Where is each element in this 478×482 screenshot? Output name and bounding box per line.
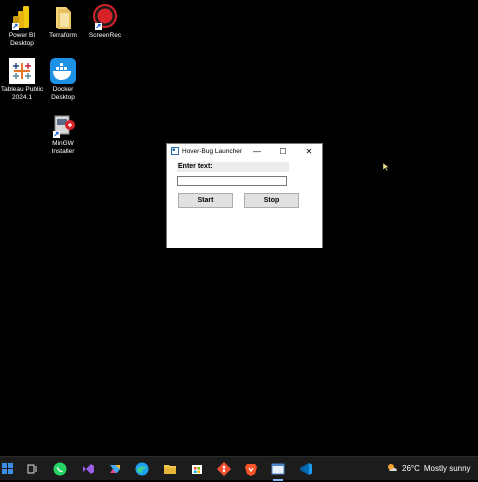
window-client-area: Enter text: Start Stop xyxy=(167,158,322,248)
app-window-icon[interactable] xyxy=(270,461,286,481)
taskbar: 26°C Mostly sunny xyxy=(0,456,478,481)
partly-sunny-icon xyxy=(386,462,398,474)
installer-icon xyxy=(50,112,76,138)
minimize-button[interactable]: — xyxy=(244,144,270,158)
desktop-icon-tableau[interactable]: Tableau Public 2024.1 xyxy=(0,58,44,101)
desktop-icon-label: Docker Desktop xyxy=(51,86,75,101)
start-icon[interactable] xyxy=(0,461,16,477)
tableau-icon xyxy=(9,58,35,84)
whatsapp-icon[interactable] xyxy=(52,461,68,477)
enter-text-label: Enter text: xyxy=(177,162,289,172)
stop-button[interactable]: Stop xyxy=(244,193,299,208)
window-title: Hover-Bug Launcher xyxy=(182,147,242,155)
task-view-icon[interactable] xyxy=(24,461,40,477)
desktop-icon-label: Power BI Desktop xyxy=(8,32,36,47)
git-icon[interactable] xyxy=(216,461,232,477)
screenrec-icon xyxy=(92,4,118,30)
desktop-icon-mingw[interactable]: MinGW Installer xyxy=(41,112,85,155)
desktop-icon-docker[interactable]: Docker Desktop xyxy=(41,58,85,101)
power-bi-icon xyxy=(9,4,35,30)
store-icon[interactable] xyxy=(189,461,205,477)
window-titlebar[interactable]: Hover-Bug Launcher — ☐ ✕ xyxy=(167,144,322,158)
folder-icon xyxy=(50,4,76,30)
start-button[interactable]: Start xyxy=(178,193,233,208)
visual-studio-icon[interactable] xyxy=(80,461,96,477)
copilot-icon[interactable] xyxy=(107,461,123,477)
desktop-icon-power-bi[interactable]: Power BI Desktop xyxy=(0,4,44,47)
desktop-icon-screenrec[interactable]: ScreenRec xyxy=(83,4,127,40)
desktop-icon-label: MinGW Installer xyxy=(51,140,75,155)
text-input[interactable] xyxy=(177,176,287,186)
hover-bug-launcher-window: Hover-Bug Launcher — ☐ ✕ Enter text: Sta… xyxy=(166,143,323,248)
desktop-icon-terraform[interactable]: Terraform xyxy=(41,4,85,40)
file-explorer-icon[interactable] xyxy=(162,461,178,477)
weather-temperature: 26°C xyxy=(402,463,420,473)
close-button[interactable]: ✕ xyxy=(296,144,322,158)
desktop-icon-label: Tableau Public 2024.1 xyxy=(0,86,44,101)
mouse-cursor-icon xyxy=(382,158,390,172)
desktop-icon-label: ScreenRec xyxy=(88,32,122,39)
desktop-icon-label: Terraform xyxy=(49,32,77,39)
app-window-icon xyxy=(171,147,179,155)
weather-description: Mostly sunny xyxy=(423,463,471,473)
maximize-button[interactable]: ☐ xyxy=(270,144,296,158)
docker-icon xyxy=(50,58,76,84)
vscode-icon[interactable] xyxy=(298,461,314,477)
weather-widget[interactable]: 26°C Mostly sunny xyxy=(386,462,471,474)
brave-icon[interactable] xyxy=(243,461,259,477)
edge-icon[interactable] xyxy=(134,461,150,477)
